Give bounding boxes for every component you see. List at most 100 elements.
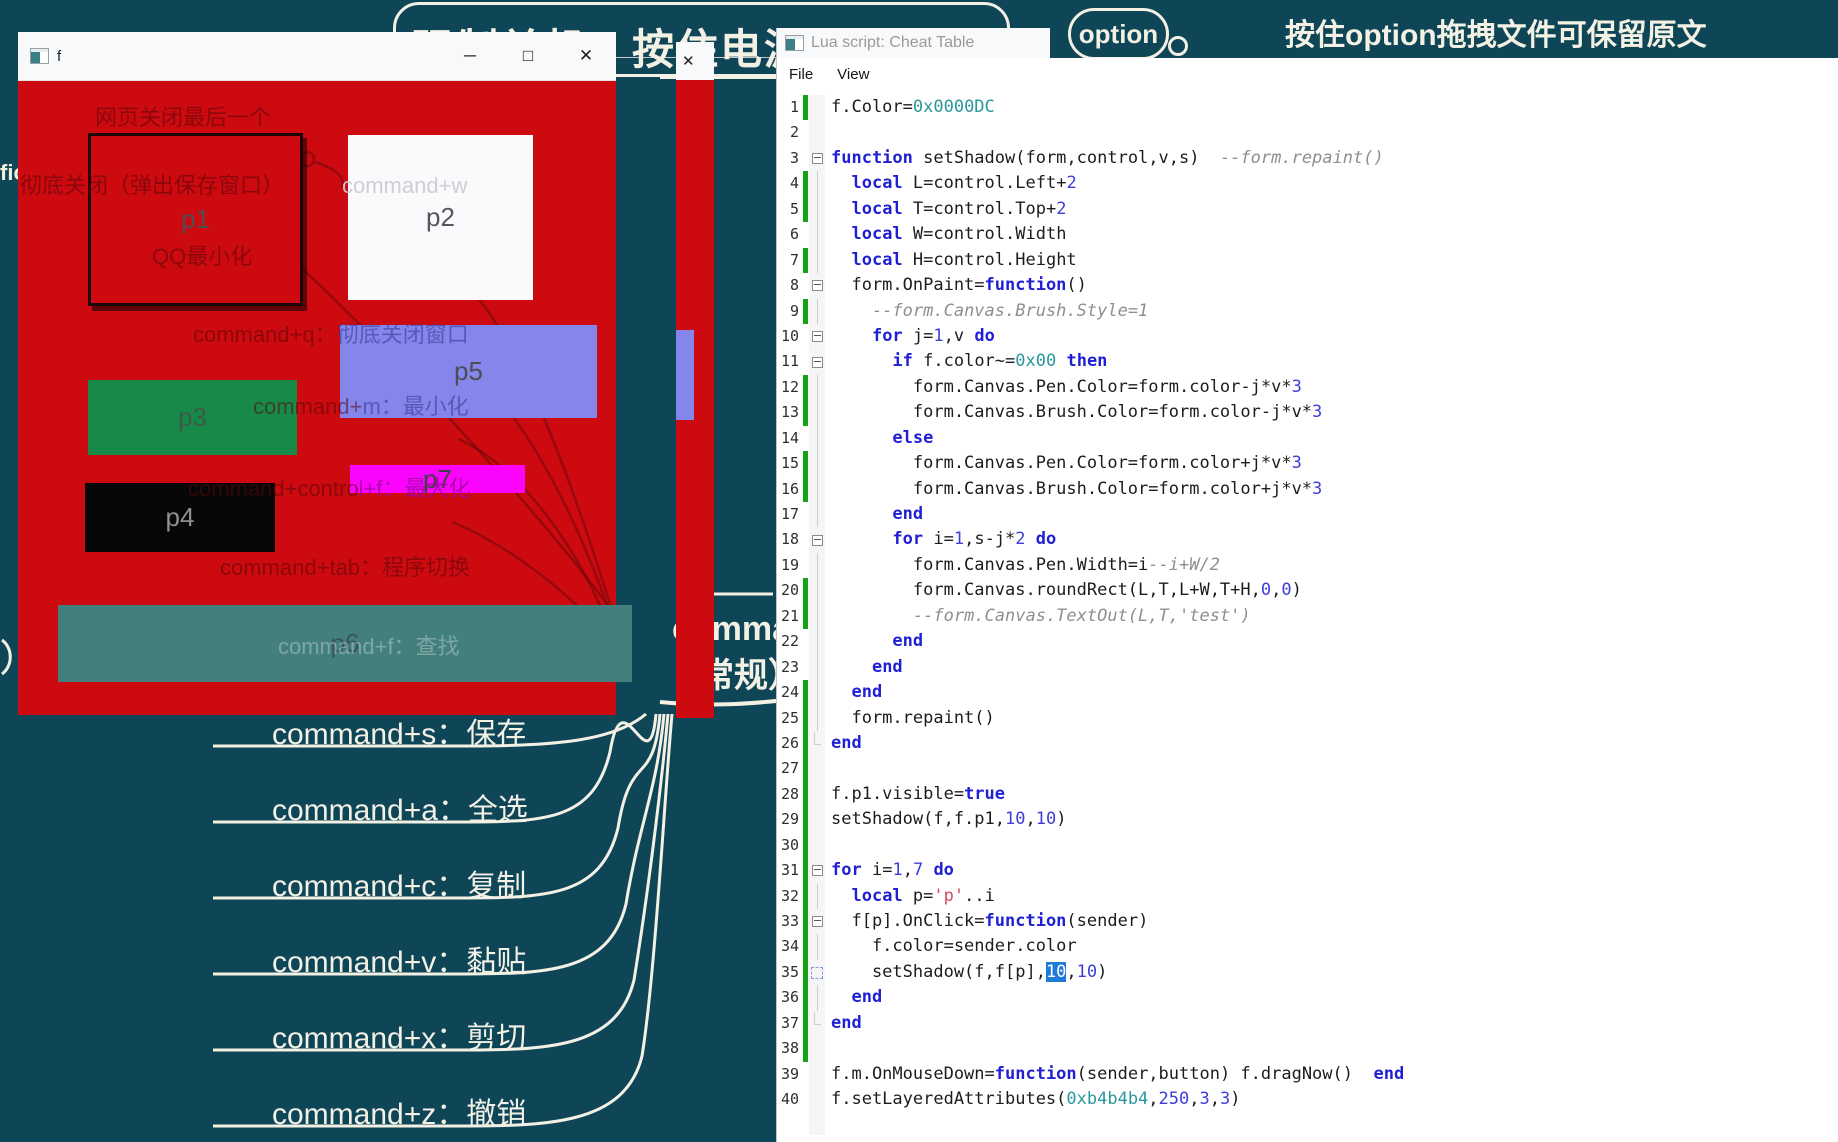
code-token <box>831 428 892 448</box>
code-line[interactable]: local H=control.Height <box>825 248 1838 273</box>
code-line[interactable] <box>825 833 1838 858</box>
line-number: 33 <box>777 909 802 934</box>
change-bar <box>802 655 809 680</box>
form-titlebar[interactable]: f ─ □ ✕ <box>18 32 616 81</box>
code-token: f.m.OnMouseDown= <box>831 1064 995 1084</box>
mindmap-command-node: command+a：全选 <box>272 785 528 829</box>
code-line[interactable]: end <box>825 680 1838 705</box>
code-token: i= <box>862 860 893 880</box>
code-token: for <box>872 326 903 346</box>
fold-collapse-icon[interactable] <box>809 909 825 934</box>
fold-dashed-icon[interactable] <box>809 960 825 985</box>
code-token <box>831 657 872 677</box>
change-bar <box>802 1087 809 1112</box>
code-token <box>831 631 892 651</box>
app-window-icon <box>785 35 804 51</box>
fold-collapse-icon[interactable] <box>809 273 825 298</box>
code-token <box>831 529 892 549</box>
code-token: else <box>892 428 933 448</box>
ghost-text: 彻底关闭（弹出保存窗口） <box>20 168 284 200</box>
fold-collapse-icon[interactable] <box>809 146 825 171</box>
change-bar <box>802 909 809 934</box>
line-number: 30 <box>777 833 802 858</box>
mindmap-command-node: command+v：黏贴 <box>272 937 526 981</box>
code-token: f[p].OnClick= <box>831 911 985 931</box>
code-line[interactable]: f.Color=0x0000DC <box>825 95 1838 120</box>
fold-guide <box>809 451 825 476</box>
code-line[interactable]: if f.color~=0x00 then <box>825 349 1838 374</box>
code-token <box>831 504 892 524</box>
code-line[interactable]: f.setLayeredAttributes(0xb4b4b4,250,3,3) <box>825 1087 1838 1112</box>
code-line[interactable]: local p='p'..i <box>825 884 1838 909</box>
code-line[interactable]: form.repaint() <box>825 706 1838 731</box>
fold-marker-column[interactable] <box>809 95 825 1135</box>
code-line[interactable]: end <box>825 655 1838 680</box>
code-token: end <box>831 733 862 753</box>
line-number: 31 <box>777 858 802 883</box>
code-token: form.Canvas.Pen.Color=form.color+j*v* <box>831 453 1292 473</box>
line-number: 11 <box>777 349 802 374</box>
code-line[interactable]: end <box>825 731 1838 756</box>
close-icon[interactable]: ✕ <box>682 52 695 70</box>
code-line[interactable]: form.Canvas.Pen.Width=i--i+W/2 <box>825 553 1838 578</box>
code-token: do <box>1036 529 1056 549</box>
code-line[interactable]: local W=control.Width <box>825 222 1838 247</box>
code-token: form.repaint() <box>831 708 995 728</box>
code-line[interactable]: f.color=sender.color <box>825 934 1838 959</box>
code-line[interactable]: f[p].OnClick=function(sender) <box>825 909 1838 934</box>
code-token: ) <box>1097 962 1107 982</box>
menu-view[interactable]: View <box>825 66 881 83</box>
code-token <box>831 173 851 193</box>
fold-collapse-icon[interactable] <box>809 349 825 374</box>
code-line[interactable]: for j=1,v do <box>825 324 1838 349</box>
panel-p1[interactable]: p1 <box>88 133 303 306</box>
panel-p2[interactable]: p2 <box>348 135 533 300</box>
line-number: 28 <box>777 782 802 807</box>
code-line[interactable]: for i=1,s-j*2 do <box>825 527 1838 552</box>
code-line[interactable]: --form.Canvas.Brush.Style=1 <box>825 299 1838 324</box>
fold-collapse-icon[interactable] <box>809 858 825 883</box>
code-line[interactable]: --form.Canvas.TextOut(L,T,'test') <box>825 604 1838 629</box>
fold-guide <box>809 629 825 654</box>
code-line[interactable]: end <box>825 502 1838 527</box>
fold-collapse-icon[interactable] <box>809 324 825 349</box>
code-line[interactable] <box>825 120 1838 145</box>
form-window[interactable]: p1p2p5p3p7p4p6 网页关闭最后一个彻底关闭（弹出保存窗口）QQ最小化… <box>18 32 616 715</box>
change-bar-column <box>802 95 809 1113</box>
code-token: 0x00 <box>1015 351 1056 371</box>
panel-label: p2 <box>426 202 455 233</box>
line-number: 8 <box>777 273 802 298</box>
code-token <box>831 886 851 906</box>
line-number: 12 <box>777 375 802 400</box>
code-line[interactable]: form.OnPaint=function() <box>825 273 1838 298</box>
code-line[interactable] <box>825 756 1838 781</box>
code-line[interactable]: form.Canvas.Pen.Color=form.color-j*v*3 <box>825 375 1838 400</box>
code-line[interactable]: local L=control.Left+2 <box>825 171 1838 196</box>
code-line[interactable]: local T=control.Top+2 <box>825 197 1838 222</box>
code-line[interactable]: for i=1,7 do <box>825 858 1838 883</box>
code-line[interactable]: form.Canvas.Brush.Color=form.color+j*v*3 <box>825 477 1838 502</box>
code-line[interactable] <box>825 1036 1838 1061</box>
code-line[interactable]: form.Canvas.Pen.Color=form.color+j*v*3 <box>825 451 1838 476</box>
code-line[interactable]: setShadow(f,f[p],10,10) <box>825 960 1838 985</box>
maximize-button[interactable]: □ <box>506 37 550 75</box>
menu-file[interactable]: File <box>777 66 825 83</box>
code-line[interactable]: setShadow(f,f.p1,10,10) <box>825 807 1838 832</box>
change-bar <box>802 197 809 222</box>
code-line[interactable]: form.Canvas.Brush.Color=form.color-j*v*3 <box>825 400 1838 425</box>
minimize-button[interactable]: ─ <box>448 37 492 75</box>
code-line[interactable]: form.Canvas.roundRect(L,T,L+W,T+H,0,0) <box>825 578 1838 603</box>
close-button[interactable]: ✕ <box>564 37 608 75</box>
code-line[interactable]: f.p1.visible=true <box>825 782 1838 807</box>
code-line[interactable]: else <box>825 426 1838 451</box>
code-token: f.setLayeredAttributes( <box>831 1089 1066 1109</box>
code-line[interactable]: end <box>825 629 1838 654</box>
code-editor[interactable]: 1234567891011121314151617181920212223242… <box>777 90 1838 1142</box>
fold-collapse-icon[interactable] <box>809 527 825 552</box>
code-line[interactable]: end <box>825 1011 1838 1036</box>
code-line[interactable]: f.m.OnMouseDown=function(sender,button) … <box>825 1062 1838 1087</box>
fold-guide <box>809 1062 825 1087</box>
code-lines[interactable]: f.Color=0x0000DC function setShadow(form,… <box>825 95 1838 1113</box>
code-line[interactable]: end <box>825 985 1838 1010</box>
code-line[interactable]: function setShadow(form,control,v,s) --f… <box>825 146 1838 171</box>
